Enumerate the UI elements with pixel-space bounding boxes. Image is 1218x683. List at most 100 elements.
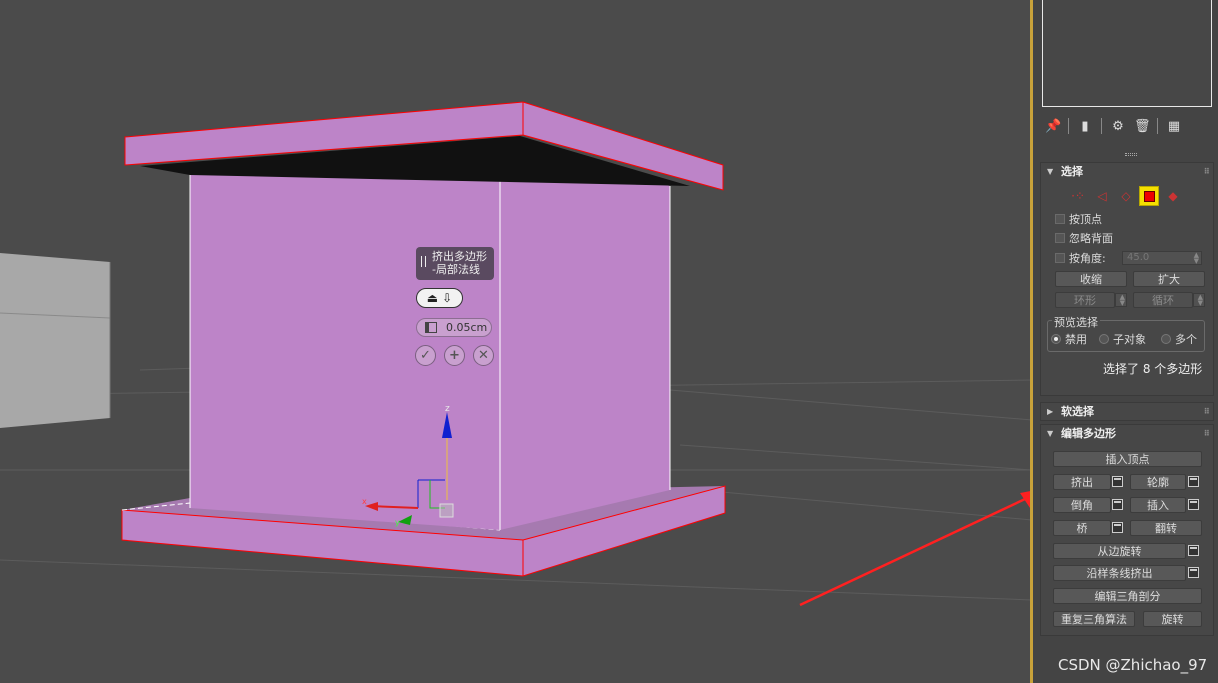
insert-vertex-button[interactable]: 插入顶点 [1053, 451, 1202, 467]
bevel-button[interactable]: 倒角 [1053, 497, 1111, 513]
toolbar-separator [1101, 118, 1102, 134]
shrink-button[interactable]: 收缩 [1055, 271, 1127, 287]
perspective-viewport[interactable]: z x y 挤出多边形 -局部法线 ⏏ ⇩ 0.05cm ✓ + ✕ [0, 0, 1032, 683]
edge-level-icon[interactable]: ◁ [1092, 186, 1112, 206]
ring-label: 环形 [1074, 294, 1096, 307]
preview-off-radio[interactable] [1051, 334, 1061, 344]
hinge-settings-icon[interactable] [1188, 545, 1199, 556]
polygon-level-icon[interactable] [1139, 186, 1159, 206]
gizmo-y-label: y [395, 518, 400, 527]
extrude-along-spline-button[interactable]: 沿样条线挤出 [1053, 565, 1186, 581]
trash-icon[interactable]: 🗑 [1134, 119, 1151, 134]
caddy-extrude-type-dropdown[interactable]: ⏏ ⇩ [416, 288, 463, 308]
background-box-object [0, 253, 111, 428]
panel-splitter[interactable] [1125, 153, 1137, 156]
hinge-from-edge-label: 从边旋转 [1097, 545, 1142, 558]
selection-rollout-title: 选择 [1061, 165, 1083, 178]
soft-selection-rollout-header[interactable]: ▶ 软选择 ⠿ [1041, 403, 1213, 421]
retriangulate-button[interactable]: 重复三角算法 [1053, 611, 1135, 627]
ignore-backfacing-option[interactable]: 忽略背面 [1055, 231, 1113, 245]
caddy-height-field[interactable]: 0.05cm [416, 318, 492, 337]
loop-spinner[interactable]: ▲ ▼ [1193, 293, 1205, 307]
inset-button[interactable]: 插入 [1130, 497, 1186, 513]
edit-triangulation-label: 编辑三角剖分 [1094, 590, 1161, 603]
vertex-level-icon[interactable]: ·⁘ [1068, 186, 1088, 206]
extrude-type-icon: ⏏ [426, 291, 439, 305]
caddy-title[interactable]: 挤出多边形 -局部法线 [416, 247, 494, 280]
height-icon [425, 322, 437, 333]
angle-spinner[interactable]: 45.0 ▲ ▼ [1122, 251, 1202, 265]
bridge-label: 桥 [1076, 522, 1088, 535]
loop-button[interactable]: 循环 [1133, 292, 1193, 308]
ring-button[interactable]: 环形 [1055, 292, 1115, 308]
ignore-backfacing-checkbox[interactable] [1055, 233, 1065, 243]
grow-button[interactable]: 扩大 [1133, 271, 1205, 287]
caddy-ok-button[interactable]: ✓ [415, 345, 436, 366]
toolbar-separator [1068, 118, 1069, 134]
show-end-result-icon[interactable]: ▮ [1078, 119, 1092, 134]
outline-label: 轮廓 [1147, 476, 1169, 489]
configure-modifier-sets-icon[interactable]: ▦ [1167, 119, 1181, 134]
extrude-settings-icon[interactable] [1112, 476, 1123, 487]
ring-spinner[interactable]: ▲ ▼ [1115, 293, 1127, 307]
element-level-icon[interactable]: ◆ [1163, 186, 1183, 206]
caddy-title-line2: -局部法线 [432, 263, 480, 276]
modifier-stack-list[interactable] [1042, 0, 1212, 107]
turn-button[interactable]: 旋转 [1143, 611, 1202, 627]
loop-label: 循环 [1152, 294, 1174, 307]
edit-polygons-rollout-header[interactable]: ▼ 编辑多边形 ⠿ [1041, 425, 1213, 443]
caddy-cancel-button[interactable]: ✕ [473, 345, 494, 366]
viewport-scene[interactable]: z x y [0, 0, 1032, 683]
outline-button[interactable]: 轮廓 [1130, 474, 1186, 490]
angle-value: 45.0 [1127, 252, 1150, 263]
toolbar-separator [1157, 118, 1158, 134]
edit-polygons-title: 编辑多边形 [1061, 427, 1116, 440]
soft-selection-title: 软选择 [1061, 405, 1094, 418]
preview-subobject-radio[interactable] [1099, 334, 1109, 344]
outline-settings-icon[interactable] [1188, 476, 1199, 487]
rollout-grip-icon: ⠿ [1203, 429, 1210, 438]
insert-vertex-label: 插入顶点 [1105, 453, 1150, 466]
by-vertex-option[interactable]: 按顶点 [1055, 212, 1102, 226]
turn-label: 旋转 [1161, 613, 1184, 626]
ignore-backfacing-label: 忽略背面 [1069, 232, 1113, 245]
edit-triangulation-button[interactable]: 编辑三角剖分 [1053, 588, 1202, 604]
preview-subobject-option[interactable]: 子对象 [1099, 332, 1146, 346]
flip-button[interactable]: 翻转 [1130, 520, 1202, 536]
pin-stack-icon[interactable]: 📌 [1045, 119, 1061, 134]
modifier-stack-toolbar: 📌 ▮ ⚙ 🗑 ▦ [1045, 117, 1181, 135]
bridge-button[interactable]: 桥 [1053, 520, 1111, 536]
rollout-grip-icon: ⠿ [1203, 407, 1210, 416]
chevron-down-icon: ⇩ [442, 291, 453, 305]
inset-settings-icon[interactable] [1188, 499, 1199, 510]
retriangulate-label: 重复三角算法 [1061, 613, 1127, 626]
selection-status-text: 选择了 8 个多边形 [1103, 362, 1203, 376]
extrude-button[interactable]: 挤出 [1053, 474, 1111, 490]
extrude-label: 挤出 [1071, 476, 1093, 489]
caddy-drag-grip[interactable] [421, 256, 426, 267]
caddy-apply-button[interactable]: + [444, 345, 465, 366]
bridge-settings-icon[interactable] [1112, 522, 1123, 533]
make-unique-icon[interactable]: ⚙ [1111, 119, 1125, 134]
bevel-settings-icon[interactable] [1112, 499, 1123, 510]
border-level-icon[interactable]: ◇ [1116, 186, 1136, 206]
hinge-from-edge-button[interactable]: 从边旋转 [1053, 543, 1186, 559]
by-angle-option[interactable]: 按角度: [1055, 251, 1106, 265]
close-icon: ✕ [478, 348, 489, 363]
collapse-triangle-icon: ▼ [1047, 429, 1054, 438]
extrude-along-spline-settings-icon[interactable] [1188, 567, 1199, 578]
preview-off-option[interactable]: 禁用 [1051, 332, 1087, 346]
rollout-grip-icon: ⠿ [1203, 167, 1210, 176]
selection-rollout-header[interactable]: ▼ 选择 ⠿ [1041, 163, 1213, 181]
preview-multi-option[interactable]: 多个 [1161, 332, 1197, 346]
caddy-title-line1: 挤出多边形 [432, 250, 487, 263]
plus-icon: + [449, 348, 460, 363]
preview-multi-radio[interactable] [1161, 334, 1171, 344]
bevel-label: 倒角 [1071, 499, 1093, 512]
checkmark-icon: ✓ [420, 348, 431, 363]
by-angle-checkbox[interactable] [1055, 253, 1065, 263]
spinner-arrows-icon[interactable]: ▲ ▼ [1194, 252, 1199, 265]
by-vertex-checkbox[interactable] [1055, 214, 1065, 224]
by-vertex-label: 按顶点 [1069, 213, 1102, 226]
shrink-label: 收缩 [1080, 273, 1102, 286]
